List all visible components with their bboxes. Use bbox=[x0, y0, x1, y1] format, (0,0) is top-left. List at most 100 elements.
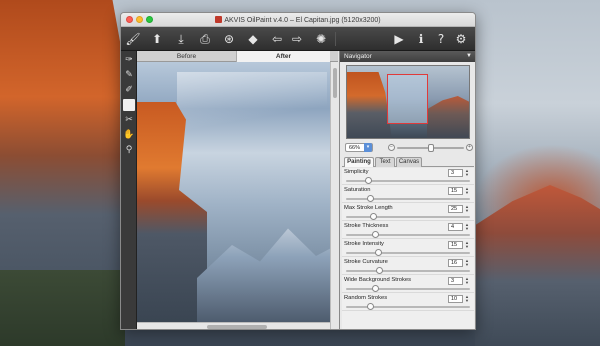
eraser-tool-icon[interactable]: ✂ bbox=[123, 114, 135, 126]
preview-cliff bbox=[347, 72, 392, 138]
undo-icon[interactable]: ⇦ bbox=[269, 31, 285, 47]
save-icon[interactable]: ⤓ bbox=[173, 31, 189, 47]
hand-tool-icon[interactable]: ✋ bbox=[123, 129, 135, 141]
param-value-field[interactable]: 16 bbox=[448, 259, 463, 267]
param-slider-track[interactable] bbox=[346, 252, 470, 254]
param-slider-track[interactable] bbox=[346, 270, 470, 272]
painted-mountains bbox=[197, 228, 330, 322]
param-value-field[interactable]: 4 bbox=[448, 223, 463, 231]
smudge-tool-icon[interactable]: ✎ bbox=[123, 69, 135, 81]
param-value-field[interactable]: 3 bbox=[448, 169, 463, 177]
param-slider-track[interactable] bbox=[346, 216, 470, 218]
stepper-arrows-icon[interactable]: ▲ ▼ bbox=[464, 187, 470, 195]
window-title-text: AKVIS OilPaint v.4.0 – El Capitan.jpg (5… bbox=[224, 17, 381, 24]
navigator-title: Navigator bbox=[344, 53, 372, 60]
run-icon[interactable]: ▶ bbox=[391, 31, 407, 47]
param-row: Random Strokes 10 ▲ ▼ bbox=[342, 294, 474, 311]
param-row: Wide Background Strokes 3 ▲ ▼ bbox=[342, 276, 474, 293]
param-slider-handle[interactable] bbox=[367, 303, 375, 310]
param-slider-track[interactable] bbox=[346, 306, 470, 308]
stroke-tool-icon[interactable]: ✐ bbox=[123, 84, 135, 96]
tab-text[interactable]: Text bbox=[375, 157, 395, 167]
chevron-down-icon[interactable]: ▾ bbox=[364, 143, 372, 152]
vertical-scroll-thumb[interactable] bbox=[333, 68, 337, 98]
canvas-area: Before After bbox=[137, 51, 338, 329]
akvis-oilpaint-window: AKVIS OilPaint v.4.0 – El Capitan.jpg (5… bbox=[120, 12, 476, 330]
param-row: Max Stroke Length 25 ▲ ▼ bbox=[342, 204, 474, 221]
magic-wand-icon[interactable]: ✺ bbox=[313, 31, 329, 47]
zoom-select[interactable]: 66% ▾ bbox=[345, 143, 373, 152]
eraser-icon[interactable]: ◆ bbox=[245, 31, 261, 47]
vertical-scrollbar[interactable] bbox=[330, 62, 338, 329]
before-after-tabs: Before After bbox=[137, 51, 338, 62]
triangle-down-icon[interactable]: ▼ bbox=[466, 51, 472, 62]
param-row: Stroke Curvature 16 ▲ ▼ bbox=[342, 258, 474, 275]
tab-painting[interactable]: Painting bbox=[344, 157, 374, 167]
param-value-field[interactable]: 15 bbox=[448, 241, 463, 249]
share-icon[interactable]: ⊛ bbox=[221, 31, 237, 47]
stepper-arrows-icon[interactable]: ▲ ▼ bbox=[464, 223, 470, 231]
param-value-field[interactable]: 10 bbox=[448, 295, 463, 303]
zoom-tool-icon[interactable]: ⚲ bbox=[123, 144, 135, 156]
stepper-arrows-icon[interactable]: ▲ ▼ bbox=[464, 205, 470, 213]
stepper-arrows-icon[interactable]: ▲ ▼ bbox=[464, 241, 470, 249]
app-icon bbox=[215, 16, 223, 23]
open-icon[interactable]: ⬆ bbox=[149, 31, 165, 47]
gear-icon[interactable]: ⚙ bbox=[453, 31, 469, 47]
zoom-value: 66% bbox=[349, 145, 361, 151]
zoom-in-button[interactable]: + bbox=[466, 144, 473, 151]
param-row: Stroke Thickness 4 ▲ ▼ bbox=[342, 222, 474, 239]
sky-strokes bbox=[177, 72, 327, 132]
brush-tool-icon[interactable]: ✑ bbox=[123, 54, 135, 66]
param-label: Stroke Thickness bbox=[344, 223, 389, 229]
toolbar-separator bbox=[335, 32, 336, 46]
tab-canvas[interactable]: Canvas bbox=[396, 157, 422, 167]
param-value-field[interactable]: 25 bbox=[448, 205, 463, 213]
param-slider-track[interactable] bbox=[346, 288, 470, 290]
param-label: Saturation bbox=[344, 187, 371, 193]
help-icon[interactable]: ? bbox=[433, 31, 449, 47]
print-icon[interactable]: ⎙ bbox=[197, 31, 213, 47]
tab-before[interactable]: Before bbox=[137, 51, 237, 62]
param-value-field[interactable]: 15 bbox=[448, 187, 463, 195]
horizontal-scrollbar[interactable] bbox=[137, 322, 330, 329]
painting-parameters: Simplicity 3 ▲ ▼ Saturation 15 ▲ ▼ Max Stroke … bbox=[342, 168, 474, 329]
param-label: Stroke Curvature bbox=[344, 259, 388, 265]
wallpaper-cliff-right bbox=[475, 185, 600, 346]
horizontal-scroll-thumb[interactable] bbox=[207, 325, 267, 329]
zoom-out-button[interactable]: − bbox=[388, 144, 395, 151]
param-slider-handle[interactable] bbox=[367, 195, 375, 202]
param-value-field[interactable]: 3 bbox=[448, 277, 463, 285]
param-slider-handle[interactable] bbox=[374, 249, 382, 256]
stepper-arrows-icon[interactable]: ▲ ▼ bbox=[464, 169, 470, 177]
stepper-arrows-icon[interactable]: ▲ ▼ bbox=[464, 277, 470, 285]
stepper-arrows-icon[interactable]: ▲ ▼ bbox=[464, 295, 470, 303]
tab-after[interactable]: After bbox=[237, 51, 330, 62]
navigator-preview[interactable] bbox=[346, 65, 470, 139]
param-slider-handle[interactable] bbox=[375, 267, 383, 274]
param-label: Simplicity bbox=[344, 169, 369, 175]
painted-image[interactable] bbox=[137, 62, 330, 322]
navigator-header: Navigator ▼ bbox=[340, 51, 475, 62]
param-label: Wide Background Strokes bbox=[344, 277, 412, 283]
wallpaper-forest bbox=[0, 270, 125, 346]
zoom-slider-handle[interactable] bbox=[427, 144, 434, 152]
settings-panel: Navigator ▼ 66% ▾ − + Painting Text Canv… bbox=[339, 51, 475, 329]
param-row: Stroke Intensity 15 ▲ ▼ bbox=[342, 240, 474, 257]
param-row: Simplicity 3 ▲ ▼ bbox=[342, 168, 474, 185]
blank-tool-icon[interactable] bbox=[123, 99, 135, 111]
param-slider-handle[interactable] bbox=[372, 231, 380, 238]
param-slider-handle[interactable] bbox=[364, 177, 372, 184]
zoom-controls: 66% ▾ − + bbox=[340, 142, 475, 154]
info-icon[interactable]: ℹ bbox=[413, 31, 429, 47]
title-bar[interactable]: AKVIS OilPaint v.4.0 – El Capitan.jpg (5… bbox=[121, 13, 475, 27]
param-slider-track[interactable] bbox=[346, 234, 470, 236]
redo-icon[interactable]: ⇨ bbox=[289, 31, 305, 47]
settings-tabs: Painting Text Canvas bbox=[342, 157, 474, 167]
brush-logo-icon[interactable]: 🖌 bbox=[125, 31, 141, 47]
stepper-arrows-icon[interactable]: ▲ ▼ bbox=[464, 259, 470, 267]
param-slider-track[interactable] bbox=[346, 198, 470, 200]
navigator-view-frame[interactable] bbox=[387, 74, 428, 124]
param-slider-handle[interactable] bbox=[369, 213, 377, 220]
param-slider-handle[interactable] bbox=[372, 285, 380, 292]
